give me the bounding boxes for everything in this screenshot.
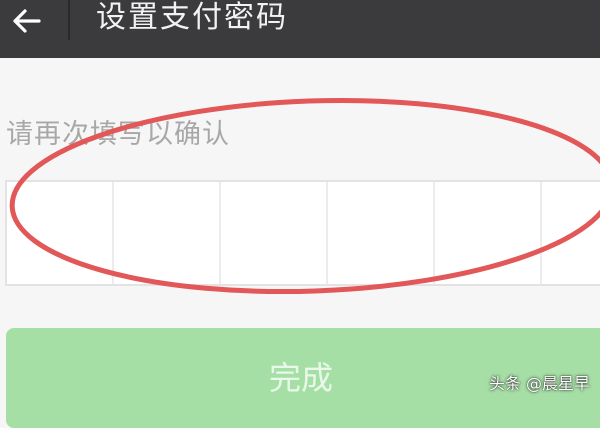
pin-digit-6[interactable] bbox=[542, 182, 600, 284]
pin-digit-5[interactable] bbox=[435, 182, 542, 284]
pin-digit-3[interactable] bbox=[221, 182, 328, 284]
title-divider bbox=[68, 0, 70, 40]
pin-digit-2[interactable] bbox=[114, 182, 221, 284]
arrow-left-icon bbox=[13, 9, 41, 33]
title-bar: 设置支付密码 bbox=[0, 0, 600, 58]
pin-input[interactable] bbox=[5, 180, 600, 286]
pin-digit-4[interactable] bbox=[328, 182, 435, 284]
page-title: 设置支付密码 bbox=[96, 0, 288, 35]
back-button[interactable] bbox=[0, 0, 52, 42]
watermark: 头条 @晨星早 bbox=[488, 374, 590, 393]
pin-digit-1[interactable] bbox=[7, 182, 114, 284]
confirm-prompt: 请再次填写以确认 bbox=[6, 119, 230, 150]
